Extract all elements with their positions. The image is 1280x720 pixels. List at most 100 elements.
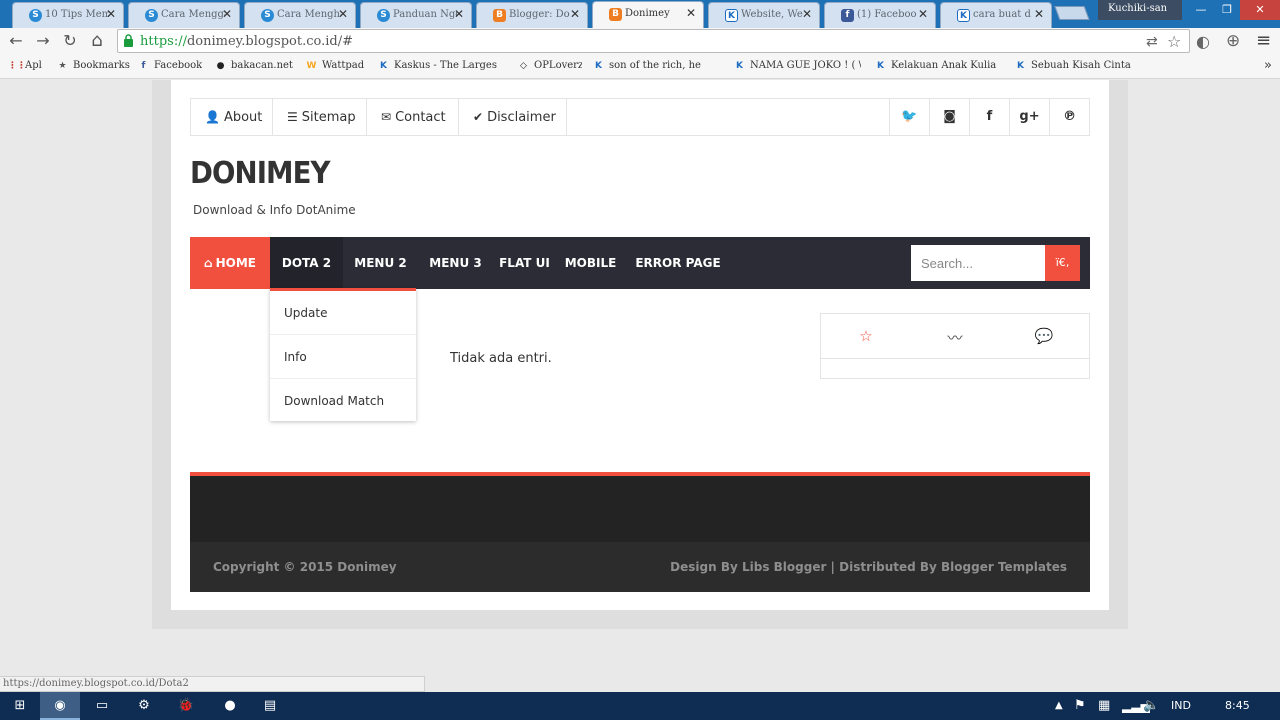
mainnav-dota-2[interactable]: DOTA 2 bbox=[270, 237, 343, 289]
browser-tab[interactable]: S Cara Mengga ✕ bbox=[128, 2, 240, 28]
browser-tab[interactable]: S Panduan Nge ✕ bbox=[360, 2, 472, 28]
envelope-icon: ✉ bbox=[381, 110, 392, 124]
mainnav-flat-ui[interactable]: FLAT UI bbox=[493, 237, 556, 289]
topnav-contact[interactable]: ✉ Contact bbox=[367, 99, 459, 135]
reload-button[interactable]: ↻ bbox=[60, 31, 80, 51]
bookmark-item[interactable]: K Sebuah Kisah Cinta bbox=[1014, 60, 1131, 71]
browser-tab[interactable]: Kcara buat d ✕ bbox=[940, 2, 1052, 28]
copyright-text: Copyright © 2015 Donimey bbox=[213, 560, 397, 574]
translate-icon[interactable]: ⇄ bbox=[1146, 34, 1158, 50]
facebook-icon[interactable]: f bbox=[969, 99, 1009, 135]
tab-close-icon[interactable]: ✕ bbox=[106, 7, 116, 21]
extension-icon[interactable]: ◐ bbox=[1196, 32, 1210, 51]
minimize-button[interactable]: — bbox=[1188, 0, 1214, 20]
tab-close-icon[interactable]: ✕ bbox=[918, 7, 928, 21]
flag-icon[interactable]: ⚑ bbox=[1074, 692, 1086, 720]
bookmark-item[interactable]: K Kaskus - The Larges bbox=[377, 60, 497, 71]
browser-tab-active[interactable]: B Donimey ✕ bbox=[592, 1, 704, 28]
bookmark-item[interactable]: ⋮⋮ Apl bbox=[8, 60, 42, 71]
topnav-disclaimer[interactable]: ✔ Disclaimer bbox=[459, 99, 567, 135]
mainnav-label: MENU 2 bbox=[354, 256, 407, 270]
search-button[interactable]: ï€‚ bbox=[1045, 245, 1080, 281]
bookmark-label: Facebook bbox=[154, 60, 203, 71]
address-bar[interactable]: https://donimey.blogspot.co.id/# ⇄ ☆ bbox=[117, 29, 1190, 53]
steam-icon[interactable]: ⚙ bbox=[124, 692, 164, 720]
tab-close-icon[interactable]: ✕ bbox=[338, 7, 348, 21]
kaskus-icon: K bbox=[1017, 61, 1024, 71]
volume-icon[interactable]: 🔈 bbox=[1143, 692, 1159, 720]
star-icon[interactable]: ☆ bbox=[856, 327, 876, 345]
list-icon: ☰ bbox=[287, 110, 298, 124]
bookmark-star-icon[interactable]: ☆ bbox=[1167, 32, 1181, 51]
new-tab-button[interactable] bbox=[1054, 6, 1090, 20]
tab-close-icon[interactable]: ✕ bbox=[454, 7, 464, 21]
mainnav-home[interactable]: ⌂ HOME bbox=[190, 237, 270, 289]
bookmark-item[interactable]: Kson of the rich, he bbox=[592, 60, 701, 71]
topnav-sitemap[interactable]: ☰ Sitemap bbox=[273, 99, 367, 135]
browser-tab[interactable]: B Blogger: Do ✕ bbox=[476, 2, 588, 28]
mainnav-mobile[interactable]: MOBILE bbox=[556, 237, 625, 289]
rss-icon[interactable]: 〰 bbox=[945, 327, 965, 348]
bookmark-item[interactable]: K NAMA GUE JOKO ! ( \ bbox=[733, 60, 861, 71]
search-input[interactable] bbox=[911, 245, 1045, 281]
design-credit-link[interactable]: Design By Libs Blogger | Distributed By … bbox=[670, 560, 1067, 574]
tab-title: cara buat d bbox=[973, 9, 1031, 20]
instagram-icon[interactable]: ◙ bbox=[929, 99, 969, 135]
comments-icon[interactable]: 💬 bbox=[1034, 327, 1054, 345]
menu-icon[interactable]: ≡ bbox=[1256, 30, 1271, 51]
windows-start-icon[interactable]: ⊞ bbox=[0, 692, 40, 720]
notepad-icon[interactable]: ▤ bbox=[250, 692, 290, 720]
browser-tab[interactable]: SCara Menghap✕ bbox=[244, 2, 356, 28]
tab-close-icon[interactable]: ✕ bbox=[1034, 7, 1044, 21]
chrome-icon[interactable]: ◉ bbox=[40, 692, 80, 720]
profile-badge[interactable]: Kuchiki-san bbox=[1098, 0, 1182, 20]
home-button[interactable]: ⌂ bbox=[87, 31, 107, 51]
dropdown-item[interactable]: Update bbox=[270, 291, 416, 335]
bookmark-label: OPLoverz bbox=[534, 60, 582, 71]
language-indicator[interactable]: IND bbox=[1171, 692, 1191, 720]
bookmark-item[interactable]: W Wattpad bbox=[305, 60, 365, 71]
check-circle-icon: ✔ bbox=[473, 110, 484, 124]
file-explorer-icon[interactable]: ▭ bbox=[82, 692, 122, 720]
tab-close-icon[interactable]: ✕ bbox=[222, 7, 232, 21]
mainnav-error-page[interactable]: ERROR PAGE bbox=[625, 237, 731, 289]
dropdown-item[interactable]: Info bbox=[270, 335, 416, 379]
browser-tab[interactable]: f (1) Faceboo ✕ bbox=[824, 2, 936, 28]
back-button[interactable]: ← bbox=[6, 31, 26, 51]
network-warning-icon[interactable]: ▦ bbox=[1098, 692, 1110, 720]
tray-overflow-icon[interactable]: ▲ bbox=[1055, 692, 1063, 720]
home-icon: ⌂ bbox=[204, 256, 213, 270]
bookmarks-overflow-icon[interactable]: » bbox=[1264, 58, 1272, 73]
globe-icon[interactable]: ⊕ bbox=[1226, 31, 1240, 51]
mainnav-menu-3[interactable]: MENU 3 bbox=[418, 237, 493, 289]
status-url-bubble: https://donimey.blogspot.co.id/Dota2 bbox=[0, 676, 425, 692]
clock[interactable]: 8:45 bbox=[1225, 692, 1250, 720]
bookmark-item[interactable]: f Facebook bbox=[137, 60, 203, 71]
google-plus-icon[interactable]: g+ bbox=[1009, 99, 1049, 135]
topnav-about[interactable]: 👤 About bbox=[191, 99, 273, 135]
maximize-button[interactable]: ❐ bbox=[1214, 0, 1240, 20]
star-icon: ★ bbox=[58, 61, 67, 71]
bookmark-item[interactable]: K Kelakuan Anak Kulia bbox=[874, 60, 996, 71]
url-text[interactable]: https://donimey.blogspot.co.id/# bbox=[140, 34, 353, 49]
bug-app-icon[interactable]: 🐞 bbox=[166, 692, 206, 720]
bookmark-label: NAMA GUE JOKO ! ( \ bbox=[750, 60, 861, 71]
twitter-icon[interactable]: 🐦 bbox=[889, 99, 929, 135]
pinterest-icon[interactable]: ℗ bbox=[1049, 99, 1089, 135]
dropdown-item[interactable]: Download Match bbox=[270, 379, 416, 423]
bookmark-item[interactable]: ● bakacan.net bbox=[214, 60, 293, 71]
tab-close-icon[interactable]: ✕ bbox=[570, 7, 580, 21]
line-icon[interactable]: ● bbox=[210, 692, 250, 720]
site-title[interactable]: DONIMEY bbox=[190, 156, 331, 191]
tab-close-icon[interactable]: ✕ bbox=[686, 6, 696, 20]
topnav-label: Sitemap bbox=[301, 110, 356, 125]
close-window-button[interactable]: ✕ bbox=[1240, 0, 1280, 20]
bookmark-item[interactable]: ★ Bookmarks bbox=[56, 60, 129, 71]
browser-tab[interactable]: K Website, We ✕ bbox=[708, 2, 820, 28]
forward-button[interactable]: → bbox=[33, 31, 53, 51]
mainnav-menu-2[interactable]: MENU 2 bbox=[343, 237, 418, 289]
bookmark-item[interactable]: ◇ OPLoverz bbox=[517, 60, 582, 71]
tab-close-icon[interactable]: ✕ bbox=[802, 7, 812, 21]
browser-tab[interactable]: S 10 Tips Mem ✕ bbox=[12, 2, 124, 28]
bakacan-icon: ● bbox=[216, 61, 225, 71]
